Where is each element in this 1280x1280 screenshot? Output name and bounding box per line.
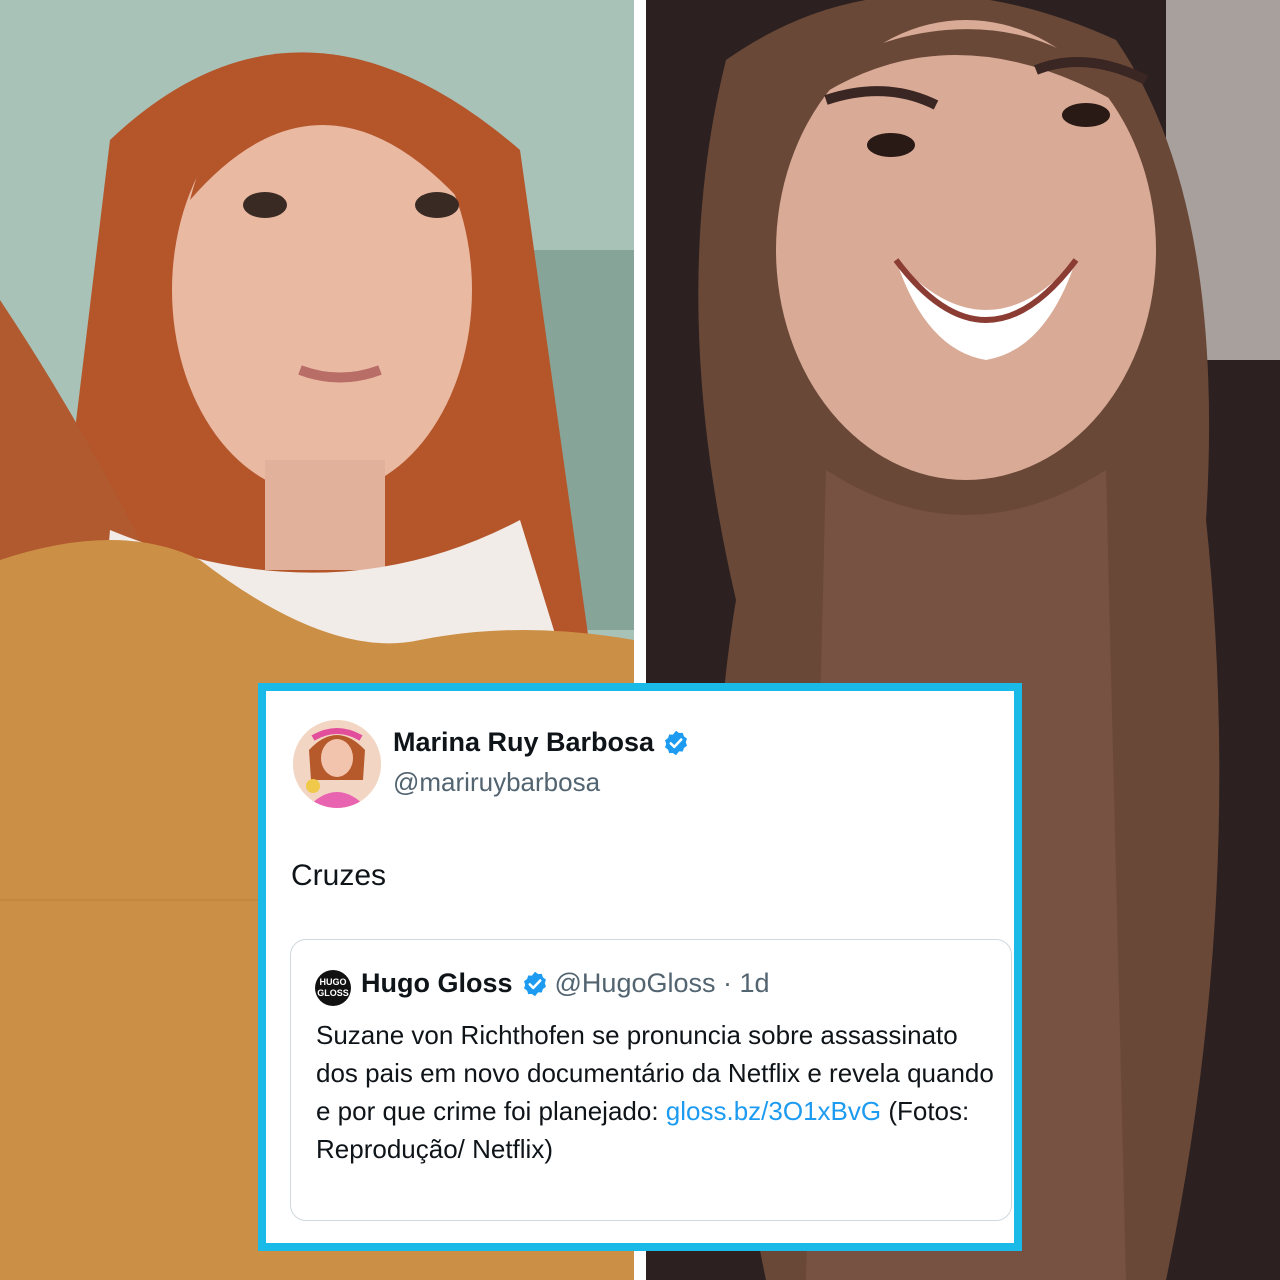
profile-avatar[interactable]	[293, 720, 381, 808]
tweet-text: Cruzes	[291, 859, 387, 892]
avatar-illustration	[293, 720, 381, 808]
quoted-tweet-header: Hugo Gloss @HugoGloss · 1d	[361, 968, 770, 999]
author-name-text[interactable]: Marina Ruy Barbosa	[393, 727, 654, 758]
hugo-gloss-logo[interactable]: HUGO GLOSS	[315, 970, 351, 1006]
quoted-author-name[interactable]: Hugo Gloss	[361, 968, 513, 999]
quoted-tweet-link[interactable]: gloss.bz/3O1xBvG	[666, 1096, 881, 1126]
verified-badge-icon	[665, 730, 688, 755]
quoted-author-handle[interactable]: @HugoGloss	[555, 968, 716, 999]
logo-text-top: HUGO	[319, 977, 347, 987]
author-display-name[interactable]: Marina Ruy Barbosa	[393, 727, 690, 758]
tweet-card[interactable]: Marina Ruy Barbosa @mariruybarbosa Cruze…	[258, 683, 1022, 1251]
verified-badge-icon	[523, 971, 546, 996]
quoted-tweet-text: Suzane von Richthofen se pronuncia sobre…	[316, 1016, 996, 1168]
logo-text-bottom: GLOSS	[317, 988, 349, 998]
author-handle[interactable]: @mariruybarbosa	[393, 767, 600, 798]
quoted-separator: ·	[715, 968, 740, 998]
quoted-tweet[interactable]: HUGO GLOSS Hugo Gloss @HugoGloss · 1d Su…	[290, 939, 1012, 1221]
quoted-timestamp[interactable]: 1d	[740, 968, 770, 999]
